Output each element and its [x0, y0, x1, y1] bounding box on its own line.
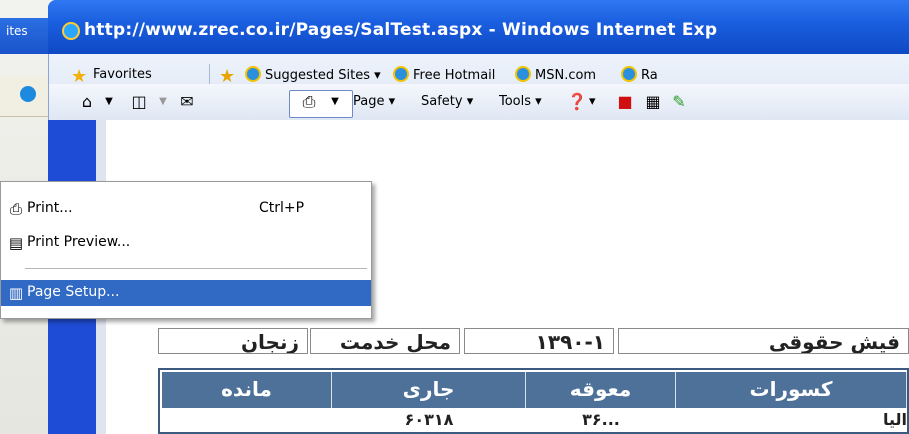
- deductions-table: مانده جاری معوقه کسورات ۶۰۳۱۸ ۳۶... الیا: [158, 368, 909, 434]
- link-msn[interactable]: MSN.com: [515, 66, 596, 83]
- payslip-label: فیش حقوقی: [618, 328, 909, 354]
- printer-icon: ⎙: [9, 200, 22, 218]
- ie-icon[interactable]: [20, 86, 36, 102]
- help-icon[interactable]: ❓: [567, 92, 587, 112]
- ie-icon: [245, 66, 261, 82]
- link-label: Ra: [641, 68, 658, 83]
- help-dropdown[interactable]: ▾: [589, 94, 596, 109]
- link-free-hotmail[interactable]: Free Hotmail: [393, 66, 495, 83]
- menu-separator: [25, 268, 367, 269]
- read-mail-icon[interactable]: ✉: [177, 92, 197, 112]
- background-window-title: ites: [6, 24, 28, 38]
- link-label: Free Hotmail: [413, 68, 496, 83]
- table-cell: ۳۶...: [582, 410, 620, 429]
- home-icon[interactable]: ⌂: [77, 92, 97, 112]
- menu-item-print-preview[interactable]: ▤ Print Preview...: [1, 230, 371, 256]
- link-label: Suggested Sites ▾: [265, 68, 381, 83]
- column-header-deductions: کسورات: [676, 372, 907, 408]
- ie-icon: [515, 66, 531, 82]
- menu-item-label: Print...: [27, 200, 73, 216]
- window-title: http://www.zrec.co.ir/Pages/SalTest.aspx…: [84, 20, 718, 40]
- ie-icon: [393, 66, 409, 82]
- favorites-separator: [209, 64, 210, 86]
- rss-feed-icon[interactable]: ◫: [129, 92, 149, 112]
- tools-menu-button[interactable]: Tools ▾: [499, 94, 542, 109]
- link-ra[interactable]: Ra: [621, 66, 658, 83]
- chevron-down-icon[interactable]: ▼: [99, 92, 119, 112]
- ie-logo-icon: [62, 22, 80, 40]
- menu-item-print[interactable]: ⎙ Print... Ctrl+P: [1, 196, 371, 222]
- chevron-down-icon[interactable]: ▼: [325, 92, 345, 112]
- workplace-label: محل خدمت: [310, 328, 460, 354]
- menu-item-page-setup[interactable]: ▥ Page Setup...: [1, 280, 371, 306]
- link-label: MSN.com: [535, 68, 597, 83]
- research-icon[interactable]: ■: [615, 92, 635, 112]
- ie-icon: [621, 66, 637, 82]
- page-menu-button[interactable]: Page ▾: [353, 94, 395, 109]
- workplace-value: زنجان: [158, 328, 308, 354]
- printer-icon[interactable]: ⎙: [299, 92, 319, 112]
- blog-this-icon[interactable]: ✎: [669, 92, 689, 112]
- column-header-overdue: معوقه: [526, 372, 676, 408]
- safety-menu-button[interactable]: Safety ▾: [421, 94, 473, 109]
- column-header-remaining: مانده: [162, 372, 332, 408]
- link-suggested-sites[interactable]: Suggested Sites ▾: [245, 66, 381, 83]
- payslip-info-row: زنجان محل خدمت ۱۳۹۰-۱ فیش حقوقی: [158, 328, 909, 354]
- window-titlebar[interactable]: http://www.zrec.co.ir/Pages/SalTest.aspx…: [48, 0, 909, 54]
- command-bar: ⌂ ▼ ◫ ▼ ✉ ⎙ ▼ Page ▾ Safety ▾ Tools ▾ ❓ …: [48, 84, 909, 120]
- period-value: ۱۳۹۰-۱: [464, 328, 614, 354]
- chevron-down-icon[interactable]: ▼: [153, 92, 173, 112]
- print-dropdown-menu: ⎙ Print... Ctrl+P ▤ Print Preview... ▥ P…: [0, 181, 372, 319]
- page-setup-icon: ▥: [8, 284, 24, 302]
- menu-item-label: Page Setup...: [27, 284, 120, 300]
- menu-item-label: Print Preview...: [27, 234, 131, 250]
- translate-icon[interactable]: ▦: [643, 92, 663, 112]
- column-header-current: جاری: [332, 372, 526, 408]
- table-cell: ۶۰۳۱۸: [404, 410, 454, 429]
- menu-item-shortcut: Ctrl+P: [259, 200, 305, 216]
- favorites-button[interactable]: Favorites: [93, 67, 152, 82]
- table-cell: الیا: [882, 410, 907, 429]
- print-preview-icon: ▤: [8, 234, 24, 252]
